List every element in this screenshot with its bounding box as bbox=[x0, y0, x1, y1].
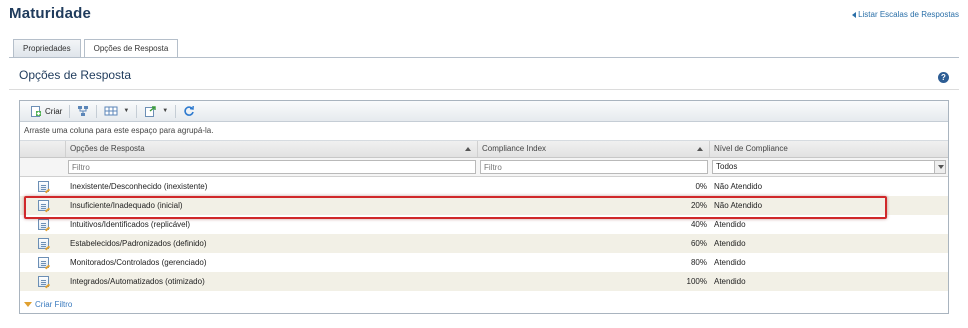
row-compliance: 20% bbox=[690, 201, 707, 210]
create-filter-link[interactable]: Criar Filtro bbox=[24, 300, 72, 309]
filter-level-value: Todos bbox=[716, 162, 738, 171]
grid-header: Opções de Resposta Compliance Index Níve… bbox=[20, 141, 948, 158]
tab-bar: Propriedades Opções de Resposta bbox=[13, 39, 179, 58]
table-row[interactable]: Monitorados/Controlados (gerenciado) 80%… bbox=[20, 253, 948, 272]
row-level: Não Atendido bbox=[714, 182, 763, 191]
create-button-label: Criar bbox=[45, 106, 63, 116]
row-name: Estabelecidos/Padronizados (definido) bbox=[70, 239, 207, 248]
chevron-down-icon[interactable] bbox=[934, 161, 945, 173]
filter-compliance-input[interactable] bbox=[480, 160, 708, 174]
row-level: Atendido bbox=[714, 258, 746, 267]
filter-row: Todos bbox=[20, 158, 948, 177]
edit-document-icon[interactable] bbox=[37, 219, 49, 230]
edit-document-icon[interactable] bbox=[37, 181, 49, 192]
create-button[interactable]: Criar bbox=[26, 103, 66, 120]
new-document-icon bbox=[31, 106, 41, 117]
row-level: Atendido bbox=[714, 239, 746, 248]
list-scales-link[interactable]: Listar Escalas de Respostas bbox=[852, 10, 959, 19]
row-level: Atendido bbox=[714, 220, 746, 229]
response-options-grid: Criar ▼ ▼ Arraste uma coluna para este e… bbox=[19, 100, 949, 314]
edit-document-icon[interactable] bbox=[37, 200, 49, 211]
refresh-button[interactable] bbox=[179, 103, 199, 120]
table-row[interactable]: Estabelecidos/Padronizados (definido) 60… bbox=[20, 234, 948, 253]
filter-name-input[interactable] bbox=[68, 160, 476, 174]
chevron-down-icon: ▼ bbox=[162, 108, 169, 114]
help-icon[interactable]: ? bbox=[938, 72, 949, 83]
table-row[interactable]: Integrados/Automatizados (otimizado) 100… bbox=[20, 272, 948, 291]
row-name: Intuitivos/Identificados (replicável) bbox=[70, 220, 191, 229]
row-name: Monitorados/Controlados (gerenciado) bbox=[70, 258, 207, 267]
header-response-options-label: Opções de Resposta bbox=[70, 144, 145, 153]
header-compliance-level-label: Nível de Compliance bbox=[714, 144, 788, 153]
header-compliance-level[interactable]: Nível de Compliance bbox=[710, 141, 948, 157]
header-icon-column bbox=[20, 141, 66, 157]
filter-level-select[interactable]: Todos bbox=[712, 160, 946, 174]
columns-menu-button[interactable]: ▼ bbox=[100, 103, 133, 120]
row-level: Atendido bbox=[714, 277, 746, 286]
create-filter-label: Criar Filtro bbox=[35, 300, 73, 309]
section-title: Opções de Resposta bbox=[19, 68, 132, 82]
row-name: Insuficiente/Inadequado (inicial) bbox=[70, 201, 183, 210]
list-scales-link-label: Listar Escalas de Respostas bbox=[858, 10, 959, 19]
table-row[interactable]: Inexistente/Desconhecido (inexistente) 0… bbox=[20, 177, 948, 196]
tab-properties[interactable]: Propriedades bbox=[13, 39, 81, 57]
export-icon bbox=[145, 106, 156, 117]
row-name: Inexistente/Desconhecido (inexistente) bbox=[70, 182, 208, 191]
filter-compliance-cell bbox=[478, 160, 710, 174]
toolbar-separator bbox=[96, 104, 98, 118]
header-response-options[interactable]: Opções de Resposta bbox=[66, 141, 478, 157]
row-compliance: 40% bbox=[690, 220, 707, 229]
row-compliance: 60% bbox=[690, 239, 707, 248]
group-by-area[interactable]: Arraste uma coluna para este espaço para… bbox=[20, 122, 948, 141]
refresh-icon bbox=[184, 105, 195, 116]
sort-ascending-icon bbox=[465, 147, 471, 151]
row-name: Integrados/Automatizados (otimizado) bbox=[70, 277, 205, 286]
section-divider bbox=[9, 89, 959, 90]
tab-response-options[interactable]: Opções de Resposta bbox=[83, 39, 179, 58]
header-compliance-index[interactable]: Compliance Index bbox=[478, 141, 710, 157]
chevron-down-icon: ▼ bbox=[123, 108, 130, 114]
grid-toolbar: Criar ▼ ▼ bbox=[20, 101, 948, 122]
sort-ascending-icon bbox=[697, 147, 703, 151]
toolbar-separator bbox=[69, 104, 71, 118]
page-title: Maturidade bbox=[9, 5, 92, 22]
toolbar-separator bbox=[175, 104, 177, 118]
table-row[interactable]: Intuitivos/Identificados (replicável) 40… bbox=[20, 215, 948, 234]
back-arrow-icon bbox=[852, 11, 857, 18]
table-row[interactable]: Insuficiente/Inadequado (inicial) 20% Nã… bbox=[20, 196, 948, 215]
filter-level-cell: Todos bbox=[710, 160, 948, 174]
hierarchy-icon bbox=[78, 106, 89, 116]
row-compliance: 0% bbox=[695, 182, 707, 191]
edit-document-icon[interactable] bbox=[37, 276, 49, 287]
edit-document-icon[interactable] bbox=[37, 238, 49, 249]
filter-name-cell bbox=[66, 160, 478, 174]
grid-columns-icon bbox=[104, 106, 118, 116]
header-compliance-index-label: Compliance Index bbox=[482, 144, 547, 153]
filter-icon bbox=[24, 302, 32, 307]
tab-divider bbox=[9, 57, 959, 58]
row-level: Não Atendido bbox=[714, 201, 763, 210]
row-compliance: 100% bbox=[686, 277, 707, 286]
row-compliance: 80% bbox=[690, 258, 707, 267]
export-menu-button[interactable]: ▼ bbox=[140, 103, 172, 120]
toolbar-separator bbox=[136, 104, 138, 118]
edit-document-icon[interactable] bbox=[37, 257, 49, 268]
hierarchy-button[interactable] bbox=[73, 103, 93, 120]
